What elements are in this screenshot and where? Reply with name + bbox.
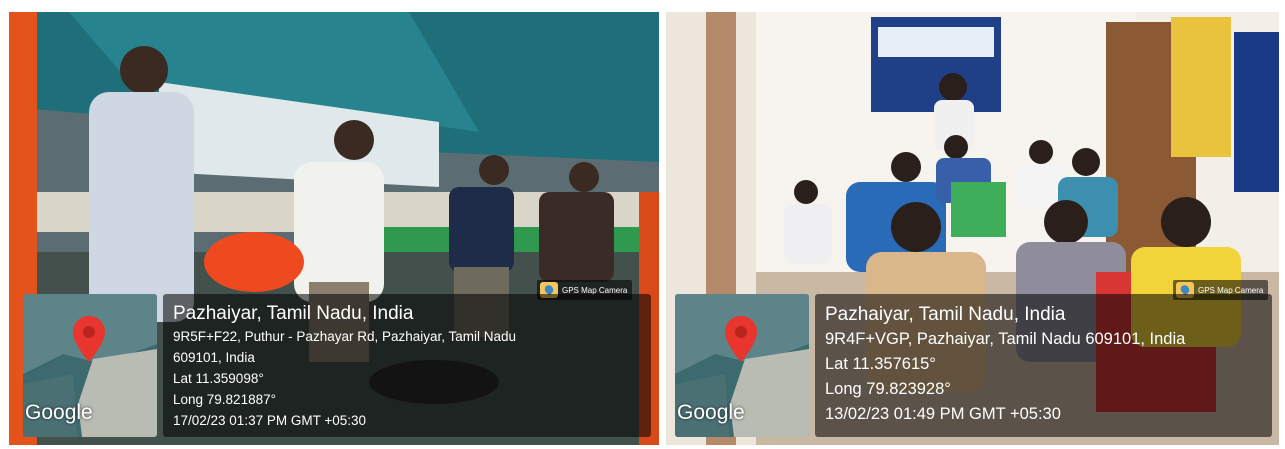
timestamp: 17/02/23 01:37 PM GMT +05:30 (173, 413, 367, 428)
latitude: Lat 11.357615° (825, 355, 936, 373)
address-line-1: 9R4F+VGP, Pazhaiyar, Tamil Nadu 609101, … (825, 330, 1186, 348)
person-left (89, 92, 194, 322)
map-thumbnail: Google (23, 294, 157, 437)
timestamp: 13/02/23 01:49 PM GMT +05:30 (825, 405, 1061, 423)
geo-info-panel: Pazhaiyar, Tamil Nadu, India 9R4F+VGP, P… (815, 294, 1272, 437)
location-title: Pazhaiyar, Tamil Nadu, India (173, 303, 414, 324)
wall-poster (1171, 17, 1231, 157)
photo-training: GPS Map Camera Google Pazhaiyar, Tamil N… (666, 12, 1279, 445)
person-center (294, 162, 384, 302)
geo-overlay: Google Pazhaiyar, Tamil Nadu, India 9R4F… (675, 294, 1272, 437)
geo-overlay: Google Pazhaiyar, Tamil Nadu, India 9R5F… (23, 294, 651, 437)
location-pin-icon (725, 316, 757, 362)
person-navy-shirt (449, 187, 514, 272)
red-basket (204, 232, 304, 292)
latitude: Lat 11.359098° (173, 371, 264, 386)
person-check-shirt (539, 192, 614, 282)
address-line-1: 9R5F+F22, Puthur - Pazhayar Rd, Pazhaiya… (173, 329, 517, 344)
address-line-2: 609101, India (173, 350, 255, 365)
green-chair (951, 182, 1006, 237)
longitude: Long 79.823928° (825, 380, 951, 398)
location-pin-icon (73, 316, 105, 362)
geo-info-panel: Pazhaiyar, Tamil Nadu, India 9R5F+F22, P… (163, 294, 651, 437)
photo-boat: GPS Map Camera Google Pazhaiyar, Tamil N… (9, 12, 659, 445)
google-logo: Google (677, 401, 745, 424)
google-logo: Google (25, 401, 93, 424)
map-thumbnail: Google (675, 294, 809, 437)
longitude: Long 79.821887° (173, 392, 276, 407)
location-title: Pazhaiyar, Tamil Nadu, India (825, 304, 1066, 325)
